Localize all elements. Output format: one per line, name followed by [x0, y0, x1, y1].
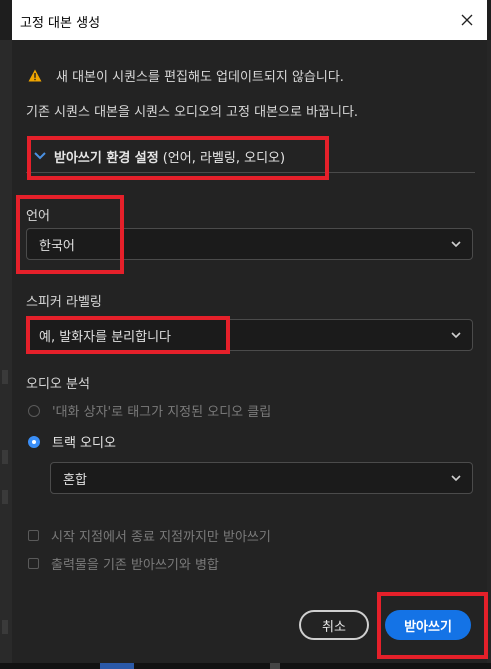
background-app-panel: [0, 40, 12, 669]
warning-icon: [28, 69, 42, 82]
section-subtitle: (언어, 라벨링, 오디오): [162, 150, 286, 166]
chevron-down-icon: [34, 152, 46, 160]
radio-label: 트랙 오디오: [52, 436, 116, 451]
chevron-down-icon: [450, 329, 462, 341]
track-mix-select[interactable]: 혼합: [50, 462, 473, 494]
checkbox-label: 출력물을 기존 받아쓰기와 병합: [51, 558, 219, 573]
speaker-labeling-select[interactable]: 예, 발화자를 분리합니다: [26, 319, 473, 351]
panel-marker: [2, 370, 8, 384]
checkbox: [28, 530, 39, 541]
radio-button: [28, 435, 40, 448]
panel-marker: [2, 450, 8, 464]
dialog-title: 고정 대본 생성: [20, 16, 101, 31]
panel-marker: [2, 490, 8, 504]
transcription-preferences-toggle[interactable]: 받아쓰기 환경 설정 (언어, 라벨링, 오디오): [26, 140, 475, 173]
track-mix-value: 혼합: [63, 472, 87, 488]
chevron-down-icon: [450, 472, 462, 484]
close-button[interactable]: [455, 8, 479, 32]
dialog-titlebar: 고정 대본 생성: [12, 0, 487, 40]
radio-dialogue-clips[interactable]: '대화 상자'로 태그가 지정된 오디오 클립: [28, 401, 271, 420]
language-select[interactable]: 한국어: [26, 228, 473, 260]
section-title: 받아쓰기 환경 설정: [54, 150, 159, 166]
audio-analysis-label: 오디오 분석: [26, 377, 90, 392]
transcribe-button[interactable]: 받아쓰기: [385, 610, 471, 640]
checkbox-in-out-only[interactable]: 시작 지점에서 종료 지점까지만 받아쓰기: [28, 526, 271, 545]
radio-track-audio[interactable]: 트랙 오디오: [28, 432, 116, 451]
speaker-labeling-value: 예, 발화자를 분리합니다: [39, 329, 171, 345]
checkbox: [28, 558, 39, 569]
background-timeline: [0, 663, 491, 669]
panel-marker: [2, 620, 8, 634]
dialog-description: 기존 시퀀스 대본을 시퀀스 오디오의 고정 대본으로 바꿉니다.: [26, 105, 359, 120]
radio-button: [28, 404, 40, 417]
radio-label: '대화 상자'로 태그가 지정된 오디오 클립: [52, 405, 272, 420]
warning-message: 새 대본이 시퀀스를 편집해도 업데이트되지 않습니다.: [28, 66, 344, 85]
chevron-down-icon: [450, 238, 462, 250]
create-static-transcript-dialog: 고정 대본 생성 새 대본이 시퀀스를 편집해도 업데이트되지 않습니다. 기존…: [12, 0, 487, 663]
close-icon: [461, 14, 473, 26]
timeline-clip: [100, 663, 134, 669]
warning-text: 새 대본이 시퀀스를 편집해도 업데이트되지 않습니다.: [56, 70, 344, 85]
cancel-button[interactable]: 취소: [299, 610, 369, 640]
checkbox-merge-output[interactable]: 출력물을 기존 받아쓰기와 병합: [28, 554, 219, 573]
timeline-clip: [270, 663, 280, 669]
speaker-labeling-label: 스피커 라벨링: [26, 295, 102, 310]
checkbox-label: 시작 지점에서 종료 지점까지만 받아쓰기: [51, 530, 271, 545]
language-value: 한국어: [39, 238, 75, 254]
language-label: 언어: [26, 209, 50, 224]
